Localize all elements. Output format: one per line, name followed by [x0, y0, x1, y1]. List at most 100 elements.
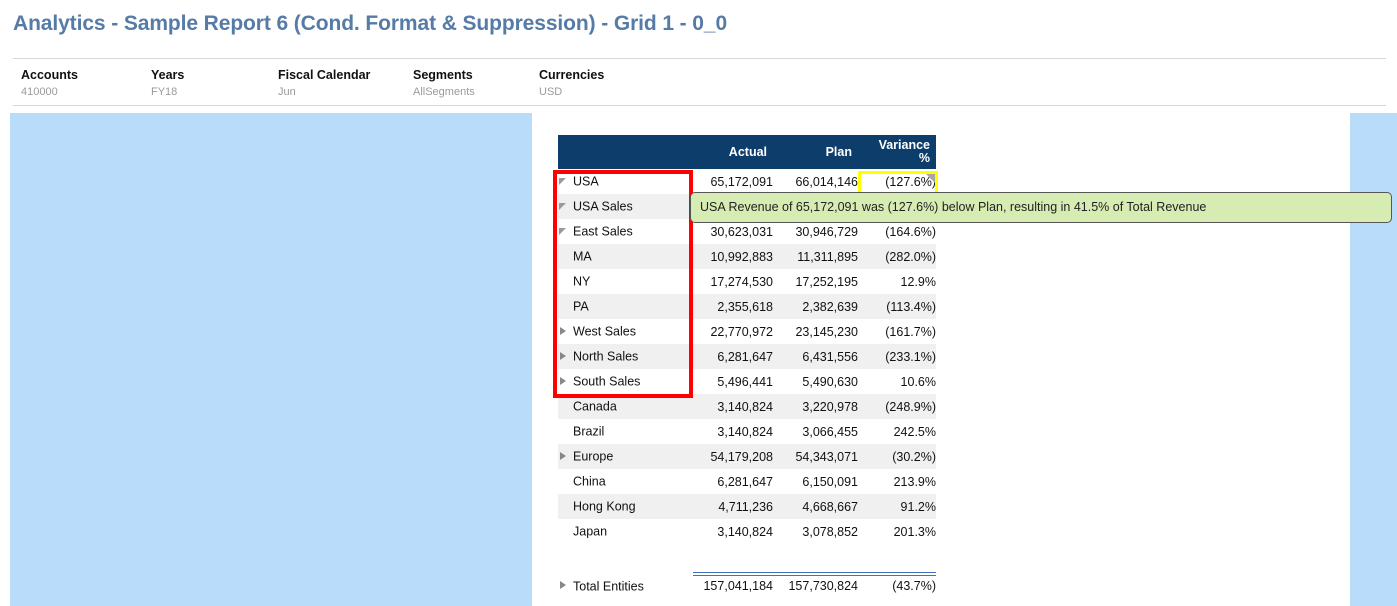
cell-variance[interactable]: 12.9%: [858, 269, 936, 294]
row-member-cell[interactable]: North Sales: [558, 344, 688, 369]
cell-actual[interactable]: 3,140,824: [688, 419, 773, 444]
table-row[interactable]: NY 17,274,530 17,252,195 12.9%: [558, 269, 936, 294]
cell-plan[interactable]: 5,490,630: [773, 369, 858, 394]
cell-actual[interactable]: 6,281,647: [688, 344, 773, 369]
row-member-label: China: [573, 474, 606, 489]
table-row[interactable]: PA 2,355,618 2,382,639 (113.4%): [558, 294, 936, 319]
cell-plan[interactable]: 17,252,195: [773, 269, 858, 294]
table-row[interactable]: North Sales 6,281,647 6,431,556 (233.1%): [558, 344, 936, 369]
cell-actual[interactable]: 2,355,618: [688, 294, 773, 319]
expand-collapse-triangle-icon[interactable]: [558, 202, 570, 212]
cell-plan[interactable]: 11,311,895: [773, 244, 858, 269]
cell-variance[interactable]: (233.1%): [858, 344, 936, 369]
cell-plan[interactable]: 3,078,852: [773, 519, 858, 544]
row-member-cell[interactable]: East Sales: [558, 219, 688, 244]
table-row[interactable]: Brazil 3,140,824 3,066,455 242.5%: [558, 419, 936, 444]
expand-collapse-triangle-icon[interactable]: [558, 351, 570, 362]
row-member-cell[interactable]: USA Sales: [558, 194, 688, 219]
cell-plan[interactable]: 3,220,978: [773, 394, 858, 419]
cell-actual[interactable]: 65,172,091: [688, 169, 773, 194]
cell-variance[interactable]: (30.2%): [858, 444, 936, 469]
pov-value: FY18: [151, 86, 178, 98]
cell-variance[interactable]: 213.9%: [858, 469, 936, 494]
total-row[interactable]: Total Entities 157,041,184 157,730,824 (…: [558, 572, 936, 600]
pov-item-segments[interactable]: Segments AllSegments: [413, 68, 475, 100]
cell-actual[interactable]: 4,711,236: [688, 494, 773, 519]
cell-plan[interactable]: 6,431,556: [773, 344, 858, 369]
cell-plan[interactable]: 66,014,146: [773, 169, 858, 194]
expand-collapse-triangle-icon[interactable]: [558, 326, 570, 337]
cell-variance[interactable]: (113.4%): [858, 294, 936, 319]
row-member-cell[interactable]: NY: [558, 269, 688, 294]
no-expander-icon: [558, 502, 570, 512]
cell-plan[interactable]: 4,668,667: [773, 494, 858, 519]
pov-item-currencies[interactable]: Currencies USD: [539, 68, 604, 100]
cell-variance[interactable]: 91.2%: [858, 494, 936, 519]
cell-actual[interactable]: 6,281,647: [688, 469, 773, 494]
row-member-label: Japan: [573, 524, 608, 539]
no-expander-icon: [558, 402, 570, 412]
cell-variance[interactable]: 201.3%: [858, 519, 936, 544]
pov-item-years[interactable]: Years FY18: [151, 68, 184, 100]
cell-actual[interactable]: 22,770,972: [688, 319, 773, 344]
table-row[interactable]: USA 65,172,091 66,014,146 (127.6%): [558, 169, 936, 194]
row-member-cell[interactable]: China: [558, 469, 688, 494]
column-header-actual[interactable]: Actual: [688, 135, 773, 169]
cell-plan[interactable]: 6,150,091: [773, 469, 858, 494]
column-header-variance[interactable]: Variance %: [858, 135, 936, 169]
cell-actual[interactable]: 3,140,824: [688, 394, 773, 419]
expand-collapse-triangle-icon[interactable]: [558, 581, 570, 591]
total-row-variance[interactable]: (43.7%): [858, 572, 936, 600]
row-member-cell[interactable]: Europe: [558, 444, 688, 469]
total-row-plan[interactable]: 157,730,824: [773, 572, 858, 600]
pov-value: AllSegments: [413, 86, 475, 98]
row-member-cell[interactable]: South Sales: [558, 369, 688, 394]
pov-item-accounts[interactable]: Accounts 410000: [21, 68, 78, 100]
row-member-cell[interactable]: Canada: [558, 394, 688, 419]
table-row[interactable]: Europe 54,179,208 54,343,071 (30.2%): [558, 444, 936, 469]
cell-actual[interactable]: 5,496,441: [688, 369, 773, 394]
total-row-member[interactable]: Total Entities: [558, 572, 688, 600]
cell-actual[interactable]: 54,179,208: [688, 444, 773, 469]
pov-item-fiscal-calendar[interactable]: Fiscal Calendar Jun: [278, 68, 370, 100]
row-member-cell[interactable]: Brazil: [558, 419, 688, 444]
cell-plan[interactable]: 3,066,455: [773, 419, 858, 444]
total-row-container: Total Entities 157,041,184 157,730,824 (…: [558, 572, 936, 600]
expand-collapse-triangle-icon[interactable]: [558, 376, 570, 387]
table-row[interactable]: Canada 3,140,824 3,220,978 (248.9%): [558, 394, 936, 419]
row-member-cell[interactable]: West Sales: [558, 319, 688, 344]
grid-header-row: Actual Plan Variance %: [558, 135, 936, 169]
cell-actual[interactable]: 3,140,824: [688, 519, 773, 544]
cell-actual[interactable]: 17,274,530: [688, 269, 773, 294]
cell-variance[interactable]: 10.6%: [858, 369, 936, 394]
table-row[interactable]: Hong Kong 4,711,236 4,668,667 91.2%: [558, 494, 936, 519]
no-expander-icon: [558, 527, 570, 537]
table-row[interactable]: China 6,281,647 6,150,091 213.9%: [558, 469, 936, 494]
total-row-actual[interactable]: 157,041,184: [688, 572, 773, 600]
expand-collapse-triangle-icon[interactable]: [558, 451, 570, 462]
row-member-cell[interactable]: MA: [558, 244, 688, 269]
table-row[interactable]: Japan 3,140,824 3,078,852 201.3%: [558, 519, 936, 544]
row-member-cell[interactable]: USA: [558, 169, 688, 194]
cell-plan[interactable]: 54,343,071: [773, 444, 858, 469]
table-row[interactable]: South Sales 5,496,441 5,490,630 10.6%: [558, 369, 936, 394]
cell-actual[interactable]: 10,992,883: [688, 244, 773, 269]
expand-collapse-triangle-icon[interactable]: [558, 177, 570, 187]
table-row[interactable]: MA 10,992,883 11,311,895 (282.0%): [558, 244, 936, 269]
no-expander-icon: [558, 477, 570, 487]
cell-plan[interactable]: 2,382,639: [773, 294, 858, 319]
row-member-cell[interactable]: PA: [558, 294, 688, 319]
cell-variance[interactable]: (161.7%): [858, 319, 936, 344]
expand-collapse-triangle-icon[interactable]: [558, 227, 570, 237]
cell-variance[interactable]: (248.9%): [858, 394, 936, 419]
cell-variance[interactable]: (282.0%): [858, 244, 936, 269]
cell-variance[interactable]: (127.6%): [858, 169, 936, 194]
row-member-cell[interactable]: Hong Kong: [558, 494, 688, 519]
column-header-plan[interactable]: Plan: [773, 135, 858, 169]
cell-variance[interactable]: 242.5%: [858, 419, 936, 444]
no-expander-icon: [558, 252, 570, 262]
column-header-row-member[interactable]: [558, 135, 688, 169]
cell-plan[interactable]: 23,145,230: [773, 319, 858, 344]
table-row[interactable]: West Sales 22,770,972 23,145,230 (161.7%): [558, 319, 936, 344]
row-member-cell[interactable]: Japan: [558, 519, 688, 544]
